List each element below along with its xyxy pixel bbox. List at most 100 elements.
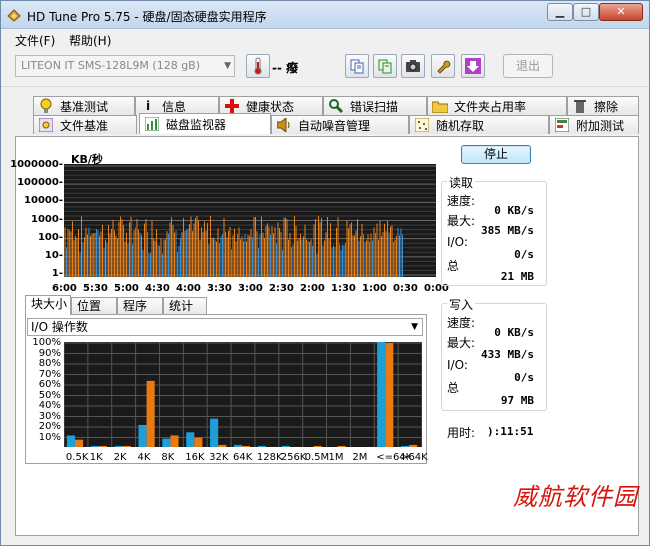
subtab-block-size[interactable]: 块大小 <box>25 295 71 315</box>
block-size-bar <box>98 445 107 447</box>
write-speed-value: 0 KB/s <box>494 326 534 339</box>
wrench-icon <box>437 60 451 74</box>
y-tick-label: 90% <box>38 347 61 359</box>
block-size-bar <box>242 445 251 447</box>
x-tick-label: 2M <box>352 452 368 463</box>
write-title: 写入 <box>447 296 476 313</box>
light-bulb-icon <box>38 98 54 114</box>
x-tick-label: 256K <box>280 452 307 463</box>
maximize-button[interactable]: □ <box>573 3 599 21</box>
read-io-value: 0/s <box>514 248 534 261</box>
block-size-chart <box>64 342 422 447</box>
menu-help[interactable]: 帮助(H) <box>69 32 111 49</box>
exit-button[interactable]: 退出 <box>503 54 553 78</box>
x-tick-label: 0.5M <box>304 452 330 463</box>
x-tick-label: 64K <box>233 452 253 463</box>
read-max-label: 最大: <box>447 214 476 228</box>
menu-file[interactable]: 文件(F) <box>15 32 55 49</box>
file-benchmark-icon <box>38 117 54 133</box>
temperature-value: -- 癈 <box>272 61 299 75</box>
x-tick-label: 6:00 <box>52 283 77 294</box>
y-tick-label: 1000- <box>31 213 63 225</box>
close-button[interactable]: ✕ <box>599 3 643 21</box>
subtab-stats[interactable]: 统计 <box>163 297 207 315</box>
app-window: HD Tune Pro 5.75 - 硬盘/固态硬盘实用程序 ▁ □ ✕ 文件(… <box>0 0 650 546</box>
block-size-bar <box>194 437 203 447</box>
y-tick-label: 80% <box>38 358 61 369</box>
block-size-bar <box>74 439 84 447</box>
tab-folder-usage[interactable]: 文件夹占用率 <box>427 96 567 115</box>
block-size-bar <box>146 380 155 447</box>
subtab-program[interactable]: 程序 <box>117 297 163 315</box>
read-group: 读取 速度: 0 KB/s 最大: 385 MB/s I/O: 0/s 总 21… <box>441 174 547 286</box>
x-tick-label: 128K <box>256 452 283 463</box>
screenshot-button[interactable] <box>401 54 425 78</box>
tab-label: 随机存取 <box>436 118 485 133</box>
read-io-label: I/O: <box>447 235 468 249</box>
minimize-icon: ▁ <box>555 5 565 18</box>
block-size-bar <box>66 435 75 447</box>
tab-label: 健康状态 <box>246 99 295 114</box>
tab-label: 附加测试 <box>576 118 625 133</box>
block-size-bar <box>162 438 171 447</box>
tab-random-access[interactable]: 随机存取 <box>409 115 549 134</box>
block-size-bar <box>138 424 147 447</box>
x-tick-label: >64K <box>400 452 428 463</box>
write-io-label: I/O: <box>447 358 468 372</box>
write-max-label: 最大: <box>447 336 476 350</box>
block-size-bar <box>377 342 386 447</box>
write-io-value: 0/s <box>514 371 534 384</box>
temperature-button[interactable] <box>246 54 270 78</box>
x-tick-label: 1:30 <box>331 283 356 294</box>
download-arrow-icon <box>465 58 481 74</box>
tab-auto-noise[interactable]: 自动噪音管理 <box>271 115 409 134</box>
chevron-down-icon: ▼ <box>411 322 418 332</box>
tab-file-benchmark[interactable]: 文件基准 <box>33 115 137 134</box>
chevron-down-icon: ▼ <box>224 61 231 71</box>
x-tick-label: 4:30 <box>145 283 170 294</box>
write-total-value: 97 MB <box>500 394 534 407</box>
x-tick-label: 16K <box>185 452 205 463</box>
y-tick-label: 50% <box>38 389 61 401</box>
y-tick-label: 60% <box>38 379 61 390</box>
copy-info-button[interactable] <box>345 54 369 78</box>
red-cross-icon <box>224 98 240 114</box>
copy-all-button[interactable] <box>373 54 397 78</box>
toolbar: LITEON IT SMS-128L9M (128 gB) ▼ -- 癈 退出 <box>1 49 649 87</box>
block-size-bar <box>281 445 290 447</box>
menu-bar: 文件(F) 帮助(H) <box>1 29 649 49</box>
tab-erase[interactable]: 擦除 <box>567 96 639 115</box>
y-tick-label: 10% <box>38 431 61 443</box>
tab-label: 磁盘监视器 <box>166 117 227 132</box>
minimize-button[interactable]: ▁ <box>547 3 573 21</box>
block-size-bar <box>170 435 179 447</box>
tab-disk-monitor[interactable]: 磁盘监视器 <box>139 113 271 134</box>
stop-button[interactable]: 停止 <box>461 145 531 164</box>
options-button[interactable] <box>431 54 455 78</box>
tab-label: 基准测试 <box>60 99 109 114</box>
thermometer-icon <box>254 57 262 75</box>
copy-icon <box>350 59 364 74</box>
x-tick-label: 1M <box>328 452 344 463</box>
drive-select[interactable]: LITEON IT SMS-128L9M (128 gB) ▼ <box>15 55 235 77</box>
y-tick-label: 100- <box>37 231 63 243</box>
tab-extra-tests[interactable]: 附加测试 <box>549 115 639 134</box>
x-tick-label: 3:30 <box>207 283 232 294</box>
block-size-bar <box>186 432 195 447</box>
tab-error-scan[interactable]: 错误扫描 <box>323 96 427 115</box>
save-button[interactable] <box>461 54 485 78</box>
y-tick-label: 30% <box>38 410 61 422</box>
y-tick-label: 1- <box>51 268 63 279</box>
tab-benchmark[interactable]: 基准测试 <box>33 96 135 115</box>
metric-select[interactable]: I/O 操作数 ▼ <box>27 318 423 336</box>
subtab-position[interactable]: 位置 <box>71 297 117 315</box>
x-tick-label: 4:00 <box>176 283 201 294</box>
trash-icon <box>572 98 588 114</box>
extra-tests-icon <box>554 117 570 133</box>
y-tick-label: 100000- <box>17 177 63 189</box>
y-tick-label: 40% <box>38 400 61 411</box>
x-tick-label: 3:00 <box>238 283 263 294</box>
speaker-icon <box>276 117 292 133</box>
close-icon: ✕ <box>616 5 626 18</box>
tab-label: 擦除 <box>594 99 619 114</box>
